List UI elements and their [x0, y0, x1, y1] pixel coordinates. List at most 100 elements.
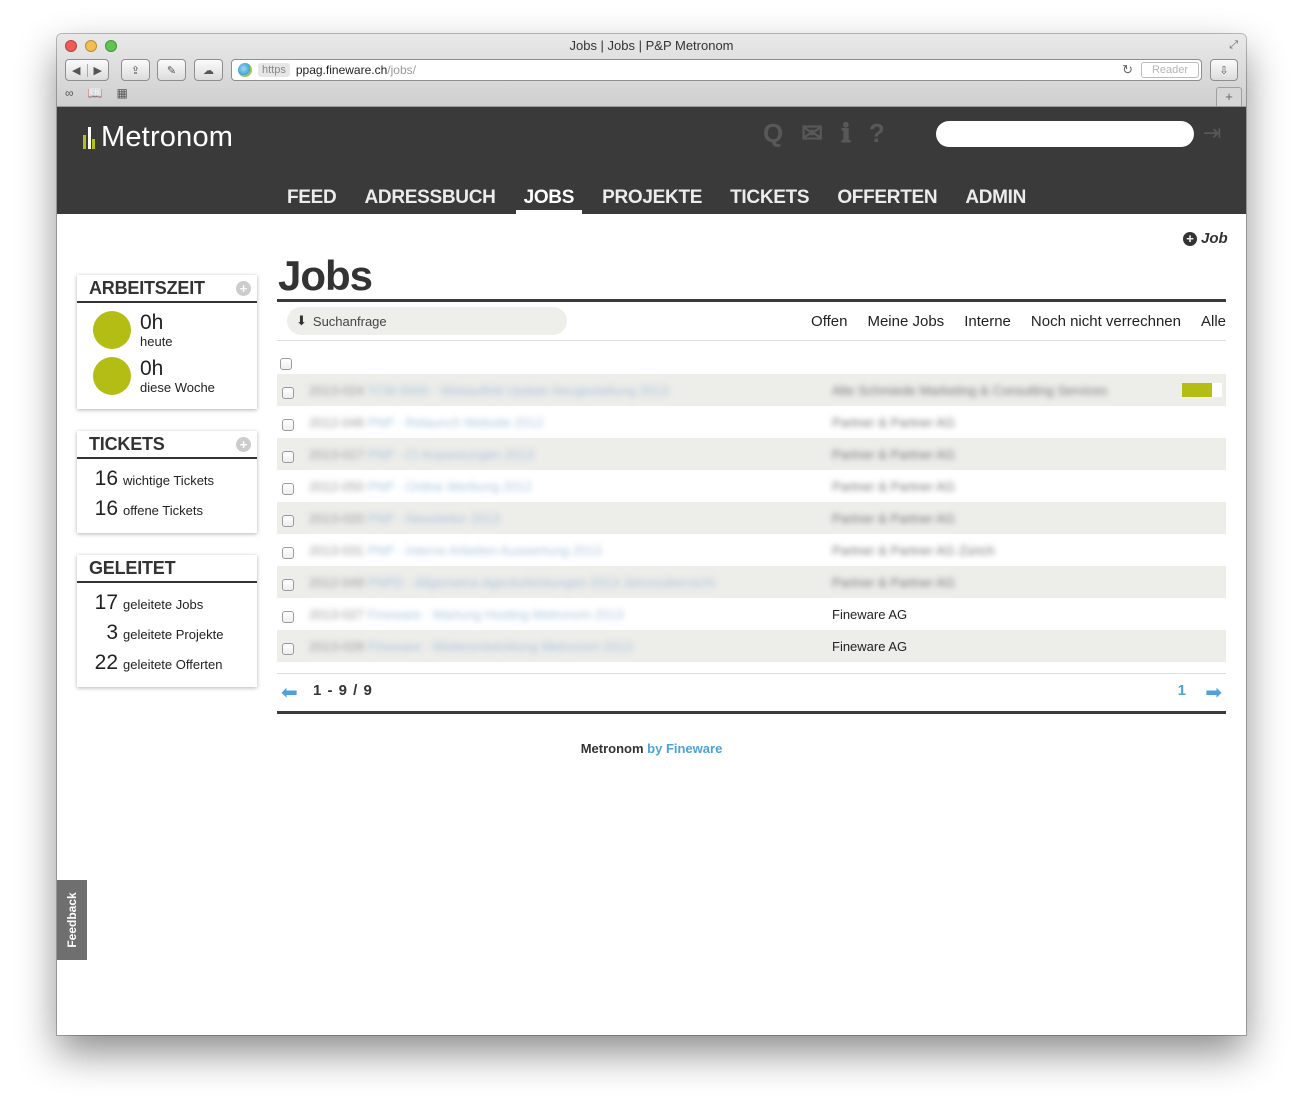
nav-jobs[interactable]: JOBS — [515, 187, 583, 214]
nav-offerten[interactable]: OFFERTEN — [829, 187, 945, 214]
forward-icon[interactable]: ▶ — [86, 63, 109, 77]
row-checkbox[interactable] — [282, 547, 294, 559]
stat-geleitete-jobs[interactable]: 17 geleitete Jobs — [77, 591, 257, 621]
fullscreen-icon[interactable]: ⤢ — [1229, 39, 1238, 52]
job-title: PNP · Online Werbung 2012 — [367, 479, 532, 494]
filter-noch-nicht-verrechnen[interactable]: Noch nicht verrechnen — [1031, 313, 1181, 330]
stat-geleitete-projekte[interactable]: 3 geleitete Projekte — [77, 621, 257, 651]
new-job-label: Job — [1201, 230, 1228, 247]
icloud-tabs-button[interactable]: ☁ — [194, 59, 223, 81]
help-icon[interactable]: ? — [869, 119, 885, 147]
job-title: PNP · Relaunch Website 2012 — [367, 415, 544, 430]
reload-icon[interactable]: ↻ — [1122, 62, 1133, 78]
stat-geleitete-offerten[interactable]: 22 geleitete Offerten — [77, 651, 257, 681]
new-job-button[interactable]: + Job — [1183, 230, 1228, 247]
feedback-tab[interactable]: Feedback — [57, 880, 87, 960]
reader-button[interactable]: Reader — [1141, 62, 1199, 78]
job-row[interactable]: 2013-028 Fineware · Weiterentwicklung Me… — [277, 630, 1226, 662]
messages-icon[interactable]: ✉ — [801, 119, 823, 147]
footer-by-link[interactable]: by Fineware — [647, 741, 722, 756]
row-checkbox[interactable] — [282, 387, 294, 399]
job-link[interactable]: 2012-050 PNP · Online Werbung 2012 — [309, 479, 532, 494]
page-range: 1 - 9 / 9 — [313, 682, 373, 699]
row-checkbox[interactable] — [282, 515, 294, 527]
nav-feed[interactable]: FEED — [279, 187, 344, 214]
job-client[interactable]: Alte Schmiede Marketing & Consulting Ser… — [832, 383, 1107, 398]
job-row[interactable]: 2012-050 PNP · Online Werbung 2012 Partne… — [277, 470, 1226, 502]
job-number: 2013-027 — [309, 607, 364, 622]
widget-title: TICKETS — [89, 434, 165, 454]
job-row[interactable]: 2012-048 PNP · Relaunch Website 2012 Part… — [277, 406, 1226, 438]
job-client[interactable]: Fineware AG — [832, 607, 907, 622]
share-button[interactable]: ⇪ — [121, 59, 150, 81]
logout-icon[interactable]: ⇥ — [1203, 120, 1227, 146]
prev-page-icon[interactable]: ⬅ — [281, 680, 298, 705]
feedback-label: Feedback — [65, 892, 79, 948]
job-client[interactable]: Partner & Partner AG — [832, 415, 955, 430]
job-link[interactable]: 2013-020 PNP · Newsletter 2013 — [309, 511, 500, 526]
site-favicon-icon — [238, 63, 252, 77]
job-client[interactable]: Partner & Partner AG Zürich — [832, 543, 995, 558]
job-link[interactable]: 2013-031 PNP · Interne Arbeiten Auswertu… — [309, 543, 602, 558]
page-number[interactable]: 1 — [1178, 682, 1186, 699]
stat-offene-tickets[interactable]: 16 offene Tickets — [77, 497, 257, 527]
job-filters: Offen Meine Jobs Interne Noch nicht verr… — [811, 313, 1226, 330]
stat-count: 16 — [94, 467, 118, 490]
job-link[interactable]: 2012-048 PNP · Relaunch Website 2012 — [309, 415, 543, 430]
filter-offen[interactable]: Offen — [811, 313, 847, 330]
search-q-icon[interactable]: Q — [763, 119, 783, 147]
job-row[interactable]: 2013-020 PNP · Newsletter 2013 Partner & … — [277, 502, 1226, 534]
row-checkbox[interactable] — [282, 419, 294, 431]
job-client[interactable]: Partner & Partner AG — [832, 479, 955, 494]
header-search-input[interactable] — [936, 121, 1194, 147]
job-link[interactable]: 2013-028 Fineware · Weiterentwicklung Me… — [309, 639, 633, 654]
nav-projekte[interactable]: PROJEKTE — [594, 187, 710, 214]
search-query-toggle[interactable]: ⬇ Suchanfrage — [287, 307, 567, 335]
nav-admin[interactable]: ADMIN — [957, 187, 1034, 214]
add-ticket-icon[interactable]: + — [236, 437, 251, 452]
app-logo[interactable]: Metronom — [81, 121, 233, 154]
filter-alle[interactable]: Alle — [1201, 313, 1226, 330]
stat-label: geleitete Offerten — [123, 657, 223, 672]
job-client[interactable]: Partner & Partner AG — [832, 511, 955, 526]
next-page-icon[interactable]: ➡ — [1205, 680, 1222, 705]
nav-tickets[interactable]: TICKETS — [722, 187, 817, 214]
downloads-button[interactable]: ⇩ — [1210, 59, 1238, 81]
job-link[interactable]: 2013-017 PNP · CI Anpassungen 2013 — [309, 447, 534, 462]
job-link[interactable]: 2013-024 TCM-0000 · Webauftritt Update N… — [309, 383, 668, 398]
job-row[interactable]: 2013-027 Fineware · Wartung Hosting Metr… — [277, 598, 1226, 630]
job-client[interactable]: Fineware AG — [832, 639, 907, 654]
new-tab-button[interactable]: + — [1216, 87, 1242, 106]
bookmarks-icon[interactable]: 📖 — [88, 86, 103, 100]
job-link[interactable]: 2012-049 PNPD · Allgemeine Agenturleistu… — [309, 575, 714, 590]
filter-meine-jobs[interactable]: Meine Jobs — [867, 313, 944, 330]
select-all-checkbox[interactable] — [280, 358, 292, 370]
logo-text: Metronom — [101, 121, 234, 153]
job-client[interactable]: Partner & Partner AG — [832, 575, 955, 590]
filter-interne[interactable]: Interne — [964, 313, 1011, 330]
time-label: diese Woche — [140, 379, 215, 395]
row-checkbox[interactable] — [282, 643, 294, 655]
browser-window: Jobs | Jobs | P&P Metronom ⤢ ◀ ▶ ⇪ ✎ ☁ h… — [57, 34, 1246, 1035]
widget-header: TICKETS + — [77, 431, 257, 459]
job-row[interactable]: 2012-049 PNPD · Allgemeine Agenturleistu… — [277, 566, 1226, 598]
address-bar[interactable]: https ppag.fineware.ch/jobs/ ↻ Reader — [231, 59, 1202, 81]
reading-list-icon[interactable]: ∞ — [65, 86, 74, 100]
add-time-icon[interactable]: + — [236, 281, 251, 296]
row-checkbox[interactable] — [282, 611, 294, 623]
nav-adressbuch[interactable]: ADRESSBUCH — [356, 187, 503, 214]
top-sites-icon[interactable]: ▦ — [117, 86, 128, 100]
job-row[interactable]: 2013-031 PNP · Interne Arbeiten Auswertu… — [277, 534, 1226, 566]
row-checkbox[interactable] — [282, 483, 294, 495]
job-row[interactable]: 2013-024 TCM-0000 · Webauftritt Update N… — [277, 374, 1226, 406]
row-checkbox[interactable] — [282, 579, 294, 591]
back-icon[interactable]: ◀ — [66, 64, 87, 77]
stat-wichtige-tickets[interactable]: 16 wichtige Tickets — [77, 467, 257, 497]
job-client[interactable]: Partner & Partner AG — [832, 447, 955, 462]
job-list: 2013-024 TCM-0000 · Webauftritt Update N… — [277, 374, 1226, 662]
row-checkbox[interactable] — [282, 451, 294, 463]
job-link[interactable]: 2013-027 Fineware · Wartung Hosting Metr… — [309, 607, 624, 622]
info-icon[interactable]: ℹ — [841, 119, 851, 147]
job-row[interactable]: 2013-017 PNP · CI Anpassungen 2013 Partne… — [277, 438, 1226, 470]
tools-button[interactable]: ✎ — [157, 59, 186, 81]
